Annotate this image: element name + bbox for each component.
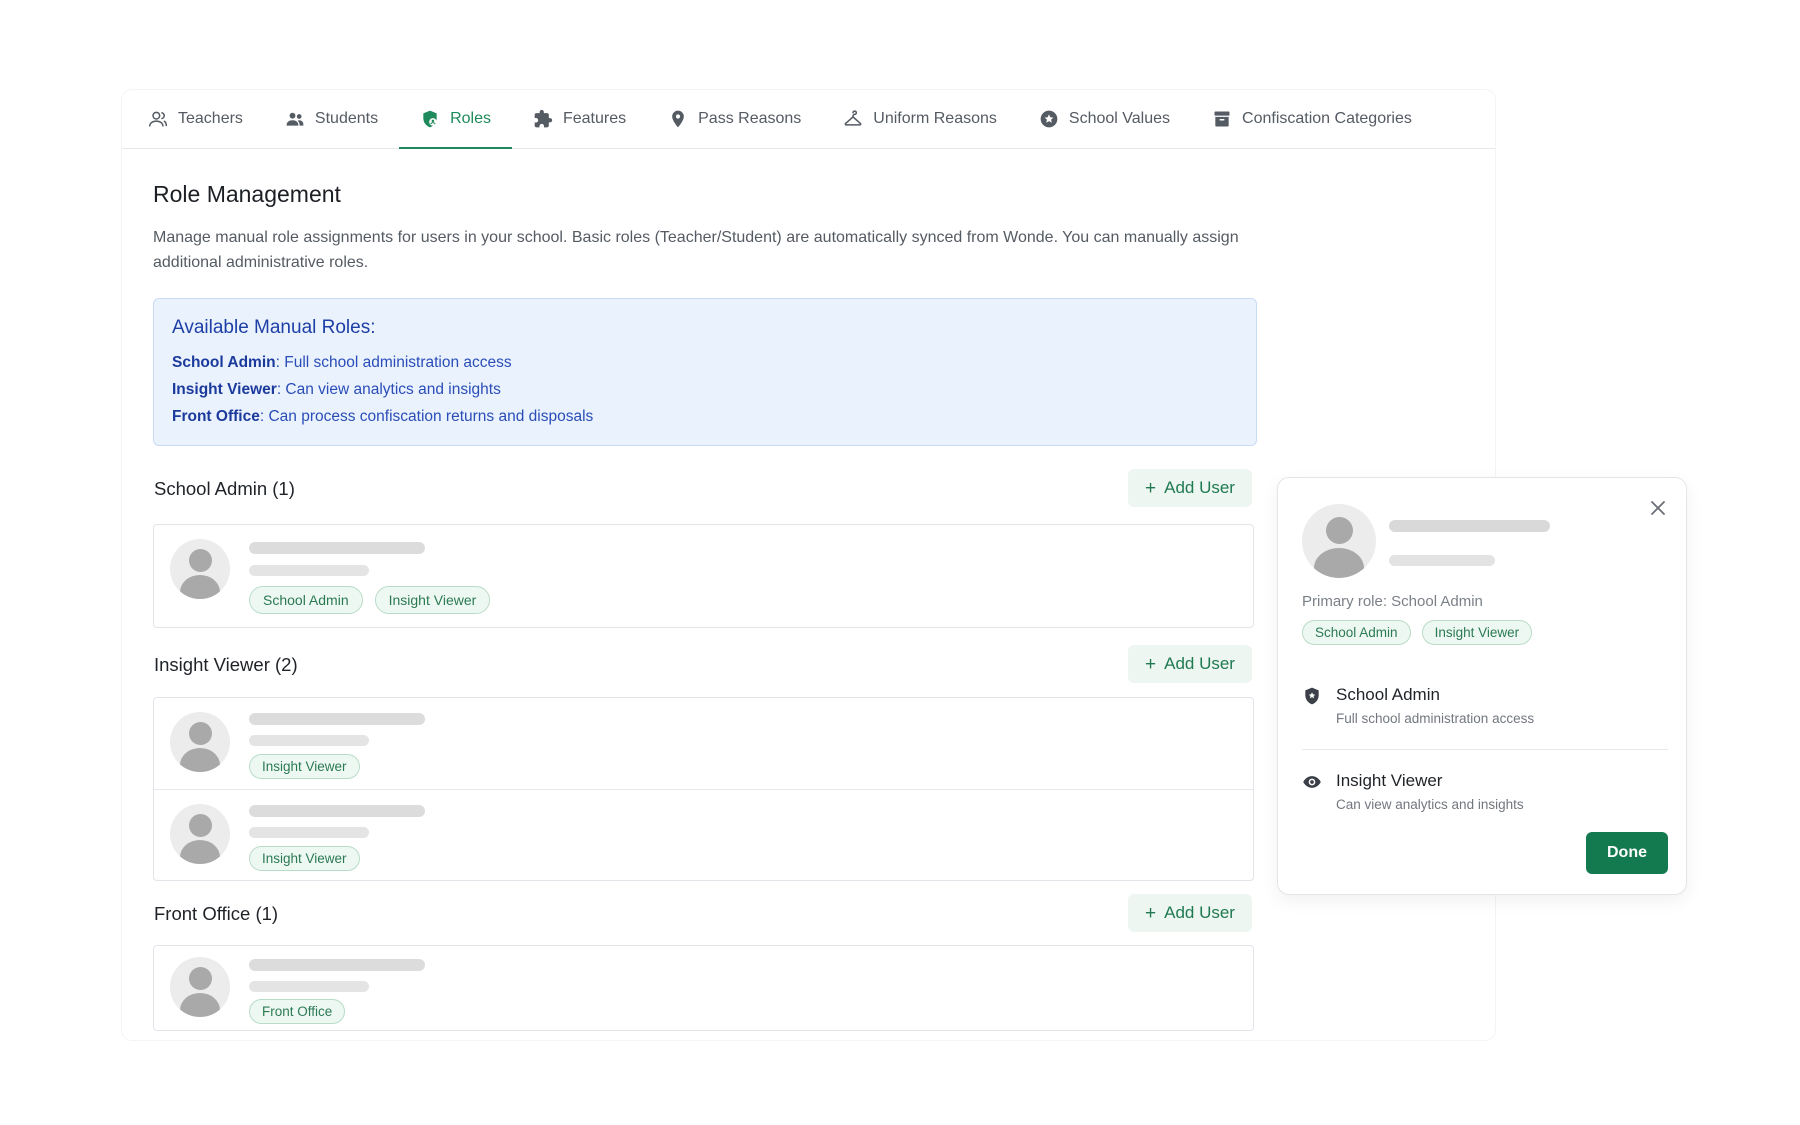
hanger-icon: [843, 109, 863, 129]
name-placeholder: [249, 805, 425, 817]
role-badge: Insight Viewer: [249, 846, 360, 871]
puzzle-icon: [533, 109, 553, 129]
section-title-school-admin: School Admin (1): [154, 478, 295, 499]
email-placeholder: [1389, 555, 1495, 566]
name-placeholder: [249, 542, 425, 554]
done-button[interactable]: Done: [1586, 832, 1668, 874]
tab-confiscation-categories[interactable]: Confiscation Categories: [1191, 90, 1433, 148]
shield-icon: [1302, 686, 1322, 706]
add-user-label: Add User: [1164, 478, 1235, 497]
list-item[interactable]: Insight Viewer: [154, 698, 1253, 789]
email-placeholder: [249, 981, 369, 992]
plus-icon: +: [1145, 902, 1157, 924]
email-placeholder: [249, 827, 369, 838]
tab-uniform-reasons[interactable]: Uniform Reasons: [822, 90, 1018, 148]
info-role-name: School Admin: [172, 354, 276, 371]
list-item[interactable]: Front Office: [154, 946, 1253, 1030]
role-badges: Front Office: [249, 999, 346, 1024]
archive-box-icon: [1212, 109, 1232, 129]
person-outline-icon: [148, 109, 168, 129]
eye-icon: [1302, 772, 1322, 792]
page-title: Role Management: [153, 181, 341, 207]
available-roles-info-box: Available Manual Roles: School Admin: Fu…: [153, 298, 1257, 446]
info-role-row: Front Office: Can process confiscation r…: [172, 403, 1238, 430]
settings-tabs: Teachers Students Roles Features Pass Re…: [122, 90, 1495, 149]
role-badge: Front Office: [249, 999, 346, 1024]
tab-teachers[interactable]: Teachers: [148, 90, 264, 148]
plus-icon: +: [1145, 653, 1157, 675]
info-role-desc: : Can view analytics and insights: [276, 381, 501, 398]
tab-school-values[interactable]: School Values: [1018, 90, 1191, 148]
add-user-button-insight-viewer[interactable]: + Add User: [1128, 645, 1252, 683]
role-badges: School Admin Insight Viewer: [1302, 620, 1533, 645]
tab-roles[interactable]: Roles: [399, 90, 512, 149]
role-description: Can view analytics and insights: [1336, 797, 1524, 812]
front-office-user-list: Front Office: [153, 945, 1254, 1031]
insight-viewer-user-list: Insight Viewer Insight Viewer: [153, 697, 1254, 881]
role-badge: School Admin: [249, 586, 363, 614]
star-circle-icon: [1039, 109, 1059, 129]
role-badges: Insight Viewer: [249, 754, 360, 779]
user-roles-popover: Primary role: School Admin School Admin …: [1277, 477, 1687, 895]
close-icon[interactable]: [1646, 496, 1670, 520]
info-role-row: Insight Viewer: Can view analytics and i…: [172, 376, 1238, 403]
shield-user-icon: [420, 109, 440, 129]
list-item[interactable]: Insight Viewer: [154, 789, 1253, 880]
tab-label: Confiscation Categories: [1242, 110, 1412, 127]
school-admin-user-list: School Admin Insight Viewer: [153, 524, 1254, 628]
add-user-label: Add User: [1164, 903, 1235, 922]
info-role-desc: : Can process confiscation returns and d…: [259, 408, 594, 425]
plus-icon: +: [1145, 477, 1157, 499]
avatar: [1302, 504, 1376, 578]
tab-label: Students: [314, 110, 379, 127]
tab-label: Pass Reasons: [698, 110, 802, 127]
avatar: [170, 804, 230, 864]
tab-label: Teachers: [178, 110, 243, 127]
info-role-name: Insight Viewer: [172, 381, 277, 398]
avatar: [170, 712, 230, 772]
tab-features[interactable]: Features: [512, 90, 647, 148]
name-placeholder: [249, 713, 425, 725]
tab-label: Roles: [450, 110, 491, 127]
add-user-button-front-office[interactable]: + Add User: [1128, 894, 1252, 932]
role-badge: Insight Viewer: [374, 586, 491, 614]
divider: [1302, 749, 1668, 750]
email-placeholder: [249, 735, 369, 746]
info-role-name: Front Office: [172, 408, 260, 425]
info-heading: Available Manual Roles:: [172, 317, 376, 338]
tab-label: Features: [562, 110, 627, 127]
role-badge: Insight Viewer: [249, 754, 360, 779]
role-badges: Insight Viewer: [249, 846, 360, 871]
tab-label: Uniform Reasons: [873, 110, 997, 127]
role-name: Insight Viewer: [1336, 771, 1443, 790]
avatar: [170, 957, 230, 1017]
role-badges: School Admin Insight Viewer: [249, 586, 491, 614]
name-placeholder: [1389, 520, 1550, 532]
email-placeholder: [249, 565, 369, 576]
people-icon: [285, 109, 305, 129]
tab-pass-reasons[interactable]: Pass Reasons: [647, 90, 822, 148]
section-title-front-office: Front Office (1): [154, 903, 279, 924]
role-badge: Insight Viewer: [1421, 620, 1533, 645]
info-role-desc: : Full school administration access: [275, 354, 512, 371]
section-title-insight-viewer: Insight Viewer (2): [154, 654, 298, 675]
tab-label: School Values: [1068, 110, 1171, 127]
primary-role-text: Primary role: School Admin: [1302, 593, 1483, 610]
avatar: [170, 539, 230, 599]
tab-students[interactable]: Students: [264, 90, 399, 148]
role-item-school-admin: School Admin Full school administration …: [1302, 685, 1534, 726]
role-name: School Admin: [1336, 685, 1440, 704]
info-role-row: School Admin: Full school administration…: [172, 349, 1238, 376]
add-user-label: Add User: [1164, 654, 1235, 673]
list-item[interactable]: School Admin Insight Viewer: [154, 525, 1253, 627]
name-placeholder: [249, 959, 425, 971]
role-badge: School Admin: [1302, 620, 1411, 645]
location-pin-icon: [668, 109, 688, 129]
add-user-button-school-admin[interactable]: + Add User: [1128, 469, 1252, 507]
role-description: Full school administration access: [1336, 711, 1535, 726]
role-item-insight-viewer: Insight Viewer Can view analytics and in…: [1302, 771, 1524, 812]
page-description: Manage manual role assignments for users…: [153, 229, 1239, 271]
